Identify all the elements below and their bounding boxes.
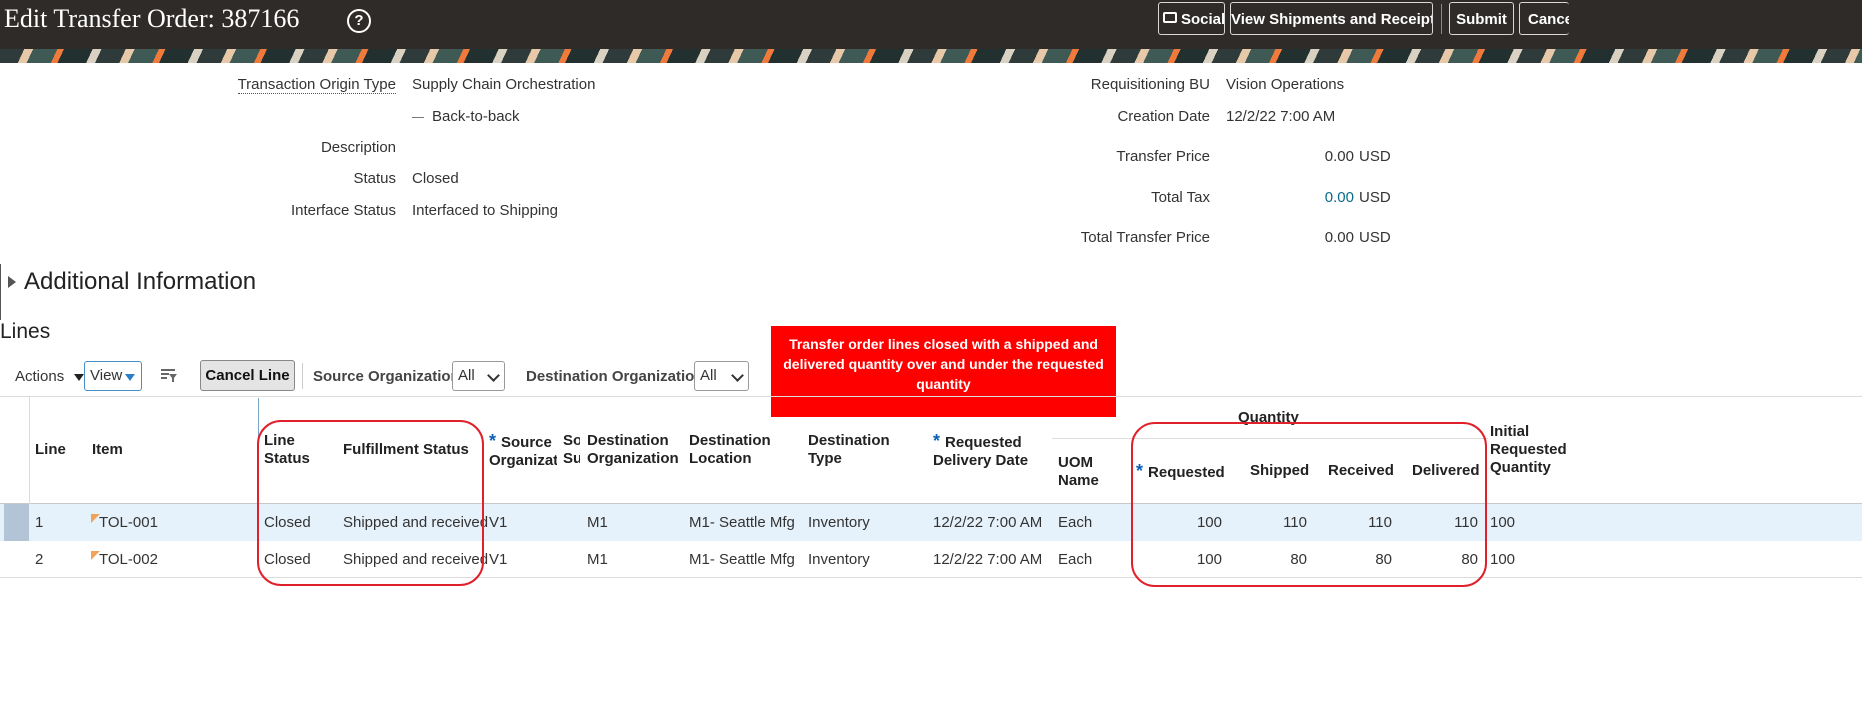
column-header-destination-type[interactable]: Destination Type xyxy=(808,432,890,468)
cell-uom: Each xyxy=(1058,551,1093,568)
cell-line: 2 xyxy=(35,551,44,568)
creation-date-label: Creation Date xyxy=(1117,108,1210,125)
description-label: Description xyxy=(320,139,396,156)
transaction-origin-type-label: Transaction Origin Type xyxy=(237,76,396,94)
cell-destination-location-link[interactable]: M1- Seattle Mfg xyxy=(689,551,795,569)
dropdown-arrow-icon xyxy=(74,373,85,381)
row-selector[interactable] xyxy=(4,504,29,541)
header-separator xyxy=(1441,4,1442,34)
transaction-origin-type-value: Supply Chain Orchestration xyxy=(412,76,596,93)
annotation-callout: Transfer order lines closed with a shipp… xyxy=(771,326,1116,417)
requisitioning-bu-label: Requisitioning BU xyxy=(1090,76,1210,93)
column-header-item[interactable]: Item xyxy=(92,441,123,459)
chevron-down-icon xyxy=(731,369,744,382)
total-tax-currency: USD xyxy=(1359,189,1391,206)
cell-requested-delivery-date: 12/2/22 7:00 AM xyxy=(933,514,1043,531)
social-icon xyxy=(1163,12,1177,23)
cell-item: TOL-001 xyxy=(99,514,158,531)
chevron-down-icon xyxy=(487,369,500,382)
cell-destination-organization-link[interactable]: M1 xyxy=(587,514,608,532)
source-organization-select[interactable]: All xyxy=(452,361,505,391)
column-header-destination-location[interactable]: Destination Location xyxy=(689,432,771,468)
column-header-destination-organization[interactable]: Destination Organization xyxy=(587,432,679,468)
view-menu[interactable]: View xyxy=(84,361,142,391)
total-transfer-price-label: Total Transfer Price xyxy=(1080,229,1210,246)
cell-source-organization-link[interactable]: V1 xyxy=(489,514,507,532)
column-header-source-subinventory[interactable]: Source Subinventory xyxy=(563,432,580,468)
section-divider xyxy=(0,264,1,320)
column-header-uom-name[interactable]: UOM Name xyxy=(1058,454,1099,490)
total-tax-link[interactable]: 0.00 xyxy=(1325,189,1354,206)
source-organization-label: Source Organization xyxy=(313,368,460,385)
query-by-example-icon[interactable] xyxy=(160,367,178,384)
lines-header: Lines xyxy=(0,320,51,343)
dropdown-arrow-icon xyxy=(125,374,135,381)
table-top-border xyxy=(0,396,1862,397)
transfer-price-label: Transfer Price xyxy=(1116,148,1210,165)
sub-origin-value: Back-to-back xyxy=(412,108,520,125)
view-shipments-button[interactable]: View Shipments and Receipts xyxy=(1230,2,1433,35)
requisitioning-bu-value: Vision Operations xyxy=(1226,76,1345,93)
cell-requested-delivery-date: 12/2/22 7:00 AM xyxy=(933,551,1043,568)
page-header: Edit Transfer Order: 387166 ? Social Vie… xyxy=(0,0,1862,49)
cell-line: 1 xyxy=(35,514,44,531)
destination-organization-label: Destination Organization xyxy=(526,368,704,385)
total-tax-label: Total Tax xyxy=(1151,189,1210,206)
additional-information-header[interactable]: Additional Information xyxy=(24,268,256,296)
toolbar-separator xyxy=(302,363,303,389)
cell-source-organization-link[interactable]: V1 xyxy=(489,551,507,569)
status-value: Closed xyxy=(412,170,459,187)
cell-initial-requested-quantity: 100 xyxy=(1490,514,1516,531)
transfer-price-currency: USD xyxy=(1359,148,1391,165)
cell-destination-type: Inventory xyxy=(808,551,870,568)
cell-destination-organization-link[interactable]: M1 xyxy=(587,551,608,569)
cancel-button[interactable]: Cancel xyxy=(1519,2,1569,35)
cell-item: TOL-002 xyxy=(99,551,158,568)
dash-icon xyxy=(412,116,424,118)
total-transfer-price-currency: USD xyxy=(1359,229,1391,246)
cell-initial-requested-quantity: 100 xyxy=(1490,551,1516,568)
cancel-line-button[interactable]: Cancel Line xyxy=(200,360,295,391)
help-icon[interactable]: ? xyxy=(347,9,371,33)
column-header-requested-delivery-date[interactable]: * Requested Delivery Date xyxy=(933,432,1028,470)
creation-date-value: 12/2/22 7:00 AM xyxy=(1226,108,1336,125)
cell-destination-type: Inventory xyxy=(808,514,870,531)
cell-uom: Each xyxy=(1058,514,1093,531)
cell-destination-location-link[interactable]: M1- Seattle Mfg xyxy=(689,514,795,532)
annotation-highlight-status xyxy=(257,420,484,586)
transfer-price-value: 0.00 xyxy=(1324,148,1354,165)
annotation-highlight-quantities xyxy=(1131,422,1487,587)
page-title: Edit Transfer Order: 387166 xyxy=(4,4,300,33)
column-header-line[interactable]: Line xyxy=(35,441,66,459)
expand-triangle-icon[interactable] xyxy=(8,276,16,288)
header-banner xyxy=(0,49,1862,63)
column-header-initial-requested-quantity[interactable]: Initial Requested Quantity xyxy=(1490,423,1568,477)
status-label: Status xyxy=(353,170,396,187)
interface-status-label: Interface Status xyxy=(290,202,396,219)
actions-menu[interactable]: Actions xyxy=(15,368,85,385)
total-transfer-price-value: 0.00 xyxy=(1324,229,1354,246)
submit-button[interactable]: Submit xyxy=(1449,2,1514,35)
destination-organization-select[interactable]: All xyxy=(694,361,749,391)
column-header-source-organization[interactable]: * Source Organization xyxy=(489,432,557,470)
social-button[interactable]: Social xyxy=(1158,2,1225,35)
interface-status-value: Interfaced to Shipping xyxy=(412,202,558,219)
